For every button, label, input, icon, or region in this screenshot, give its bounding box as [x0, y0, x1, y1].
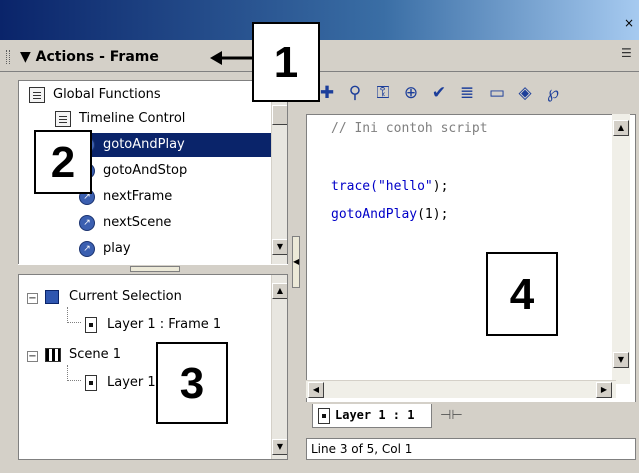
scroll-down-icon[interactable]: ▼ [613, 352, 629, 368]
code-line-goto: gotoAndPlay(1); [331, 207, 449, 222]
toolbox-item-gotoandstop[interactable]: ↗gotoAndStop [79, 159, 187, 183]
navigator-item-layer-frame[interactable]: Layer 1 : Frame 1 [85, 313, 221, 337]
scroll-thumb[interactable] [272, 105, 287, 125]
code-line-trace: trace("hello"); [331, 179, 449, 194]
navigator-item-current-selection[interactable]: Current Selection [45, 285, 182, 309]
panel-title[interactable]: ▼ Actions - Frame [20, 48, 159, 66]
script-editor[interactable]: // Ini contoh script trace("hello"); got… [306, 114, 636, 404]
scroll-down-icon[interactable]: ▼ [272, 239, 287, 255]
status-bar: Line 3 of 5, Col 1 [306, 438, 636, 460]
replace-icon[interactable]: ⚿ [372, 82, 394, 104]
layer-icon [318, 408, 330, 424]
toolbox-item-global-functions[interactable]: Global Functions [29, 83, 161, 107]
drag-grip-icon[interactable] [6, 50, 10, 64]
tree-connector [67, 307, 81, 323]
code-line-comment: // Ini contoh script [331, 121, 488, 136]
toolbox-scrollbar[interactable]: ▲ ▼ [271, 81, 287, 271]
toolbox-item-nextframe[interactable]: ↗ nextFrame [79, 185, 172, 209]
script-assist-icon[interactable]: ℘ [542, 82, 564, 104]
book-icon [29, 86, 45, 103]
collapse-toolbox-handle[interactable] [130, 266, 180, 272]
auto-format-icon[interactable]: ≣ [456, 82, 478, 104]
toolbox-item-nextscene[interactable]: ↗ nextScene [79, 211, 171, 235]
selection-icon [45, 289, 59, 304]
collapse-triangle-icon: ▼ [20, 49, 31, 65]
scroll-up-icon[interactable]: ▲ [613, 120, 629, 136]
function-icon: ↗ [79, 214, 95, 231]
toolbox-item-gotoandplay[interactable]: ↗gotoAndPlay [79, 133, 271, 157]
book-icon [55, 110, 71, 127]
scroll-right-icon[interactable]: ▶ [596, 382, 612, 398]
layer-icon [85, 374, 97, 391]
tree-connector [67, 365, 81, 381]
find-icon[interactable]: ⚲ [344, 82, 366, 104]
navigator-item-scene-1[interactable]: Scene 1 [45, 343, 121, 367]
callout-4: 4 [486, 252, 558, 336]
editor-vertical-scrollbar[interactable]: ▲ ▼ [612, 114, 630, 384]
actions-toolbar: ✚ ⚲ ⚿ ⊕ ✔ ≣ ▭ ◈ ℘ [306, 78, 636, 112]
check-syntax-icon[interactable]: ✔ [428, 82, 450, 104]
close-icon[interactable]: × [622, 16, 636, 30]
scroll-up-icon[interactable]: ▲ [272, 283, 287, 299]
scene-icon [45, 347, 61, 362]
editor-horizontal-scrollbar[interactable]: ◀ ▶ [306, 380, 616, 398]
callout-3: 3 [156, 342, 228, 424]
tab-layer-1[interactable]: Layer 1 : 1 [312, 404, 432, 428]
panel-title-label: Actions - Frame [35, 49, 159, 65]
callout-2: 2 [34, 130, 92, 194]
collapse-left-pane-handle[interactable]: ◀ [292, 236, 300, 288]
pin-script-icon[interactable]: ⊣⊢ [440, 408, 463, 423]
function-icon: ↗ [79, 240, 95, 257]
script-navigator: − Current Selection Layer 1 : Frame 1 − … [18, 274, 288, 460]
debug-options-icon[interactable]: ◈ [514, 82, 536, 104]
collapse-toggle-icon[interactable]: − [27, 293, 38, 304]
layer-icon [85, 316, 97, 333]
callout-1: 1 [252, 22, 320, 102]
panel-menu-icon[interactable]: ☰ [621, 46, 635, 62]
scroll-left-icon[interactable]: ◀ [308, 382, 324, 398]
navigator-scrollbar[interactable]: ▲ ▼ [271, 275, 287, 459]
callout-arrow-icon [210, 51, 254, 65]
toolbox-item-play[interactable]: ↗ play [79, 237, 131, 261]
collapse-toggle-icon[interactable]: − [27, 351, 38, 362]
toolbox-item-timeline-control[interactable]: Timeline Control [55, 107, 185, 131]
scroll-down-icon[interactable]: ▼ [272, 439, 287, 455]
code-hint-icon[interactable]: ▭ [486, 82, 508, 104]
target-path-icon[interactable]: ⊕ [400, 82, 422, 104]
